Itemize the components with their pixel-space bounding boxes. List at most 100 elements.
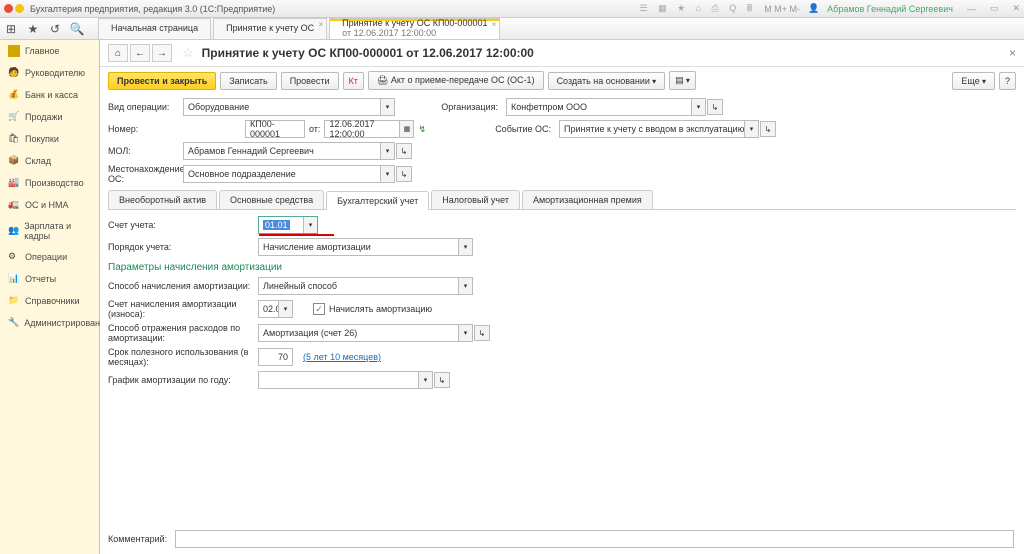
min-dot-icon[interactable] (15, 4, 24, 13)
amort-checkbox-label: Начислять амортизацию (329, 304, 432, 314)
close-icon[interactable]: × (318, 21, 323, 30)
navigation-sidebar: Главное 🧑Руководителю 💰Банк и касса 🛒Про… (0, 40, 100, 554)
history-icon[interactable]: ↺ (44, 19, 66, 39)
favorite-icon[interactable]: ★ (22, 19, 44, 39)
tab-bonus[interactable]: Амортизационная премия (522, 190, 653, 209)
acct-label: Счет учета: (108, 220, 258, 230)
sidebar-item-production[interactable]: 🏭Производство (0, 172, 99, 194)
forward-button[interactable]: → (152, 44, 172, 62)
star-icon[interactable]: ☆ (182, 45, 194, 61)
window-close-icon[interactable]: ✕ (1012, 3, 1020, 14)
page-close-icon[interactable]: × (1009, 46, 1016, 60)
create-based-button[interactable]: Создать на основании (548, 72, 666, 90)
dt-kt-button[interactable]: Кт (343, 72, 364, 90)
acct2-label: Счет начисления амортизации (износа): (108, 299, 258, 319)
sidebar-item-operations[interactable]: ⚙Операции (0, 246, 99, 268)
event-label: Событие ОС: (484, 124, 559, 134)
sidebar-item-admin[interactable]: 🔧Администрирование (0, 312, 99, 334)
posted-icon: ↯ (418, 124, 426, 135)
calendar-icon[interactable]: ▦ (399, 121, 413, 137)
term-field[interactable]: 70 (258, 348, 293, 366)
open-ref-icon[interactable]: ↳ (396, 143, 412, 159)
method-label: Способ начисления амортизации: (108, 281, 258, 291)
tab-document[interactable]: Принятие к учету ОС КП00-000001 от 12.06… (329, 18, 500, 39)
home-button[interactable]: ⌂ (108, 44, 128, 62)
comment-row: Комментарий: (108, 530, 1014, 548)
window-min-icon[interactable]: — (967, 4, 976, 14)
sidebar-item-bank[interactable]: 💰Банк и касса (0, 84, 99, 106)
main-toolbar: ⊞ ★ ↺ 🔍 Начальная страница Принятие к уч… (0, 18, 1024, 40)
date-label: от: (309, 124, 320, 134)
refl-label: Способ отражения расходов по амортизации… (108, 323, 258, 343)
window-max-icon[interactable]: ▭ (990, 3, 999, 14)
highlight-marker (259, 234, 334, 236)
date-field[interactable]: 12.06.2017 12:00:00▦ (324, 120, 414, 138)
save-button[interactable]: Записать (220, 72, 276, 90)
params-heading: Параметры начисления амортизации (108, 262, 1016, 273)
close-icon[interactable]: × (492, 21, 497, 30)
open-ref-icon[interactable]: ↳ (707, 99, 723, 115)
structure-button[interactable]: ▤ (669, 71, 696, 90)
sidebar-item-stock[interactable]: 📦Склад (0, 150, 99, 172)
org-field[interactable]: Конфетпром ООО▾↳ (506, 98, 706, 116)
user-name[interactable]: Абрамов Геннадий Сергеевич (827, 4, 953, 14)
post-and-close-button[interactable]: Провести и закрыть (108, 72, 216, 90)
open-ref-icon[interactable]: ↳ (760, 121, 776, 137)
event-field[interactable]: Принятие к учету с вводом в эксплуатацию… (559, 120, 759, 138)
toolbar-icons[interactable]: ☰ ▦ ★ ⌂ ⎙ Q 🖩 (640, 1, 757, 17)
content-area: ⌂ ← → ☆ Принятие к учету ОС КП00-000001 … (100, 40, 1024, 554)
sidebar-item-purchases[interactable]: 🛍Покупки (0, 128, 99, 150)
open-ref-icon[interactable]: ↳ (434, 372, 450, 388)
loc-label: Местонахождение ОС: (108, 164, 183, 184)
tab-list[interactable]: Принятие к учету ОС× (213, 18, 327, 39)
tab-bar: Начальная страница Принятие к учету ОС× … (98, 18, 502, 39)
sidebar-item-main[interactable]: Главное (0, 40, 99, 62)
term-label: Срок полезного использования (в месяцах)… (108, 347, 258, 367)
order-label: Порядок учета: (108, 242, 258, 252)
search-icon[interactable]: 🔍 (66, 19, 88, 39)
sched-label: График амортизации по году: (108, 375, 258, 385)
tab-asset[interactable]: Внеоборотный актив (108, 190, 217, 209)
sidebar-item-reports[interactable]: 📊Отчеты (0, 268, 99, 290)
acct2-field[interactable]: 02.01▾ (258, 300, 293, 318)
open-ref-icon[interactable]: ↳ (474, 325, 490, 341)
tab-accounting[interactable]: Бухгалтерский учет (326, 191, 429, 210)
window-titlebar: Бухгалтерия предприятия, редакция 3.0 (1… (0, 0, 1024, 18)
term-hint-link[interactable]: (5 лет 10 месяцев) (303, 352, 381, 362)
number-label: Номер: (108, 124, 183, 134)
loc-field[interactable]: Основное подразделение▾↳ (183, 165, 395, 183)
sched-field[interactable]: ▾↳ (258, 371, 433, 389)
tab-tax[interactable]: Налоговый учет (431, 190, 520, 209)
sidebar-item-refs[interactable]: 📁Справочники (0, 290, 99, 312)
amort-checkbox[interactable]: ✓ (313, 303, 325, 315)
org-label: Организация: (431, 102, 506, 112)
close-dot-icon[interactable] (4, 4, 13, 13)
help-button[interactable]: ? (999, 72, 1016, 90)
detail-tabs: Внеоборотный актив Основные средства Бух… (108, 190, 1016, 210)
page-title: Принятие к учету ОС КП00-000001 от 12.06… (202, 46, 534, 60)
apps-icon[interactable]: ⊞ (0, 19, 22, 39)
mol-field[interactable]: Абрамов Геннадий Сергеевич▾↳ (183, 142, 395, 160)
print-button[interactable]: 🖨 Акт о приеме-передаче ОС (ОС-1) (368, 71, 544, 90)
open-ref-icon[interactable]: ↳ (396, 166, 412, 182)
back-button[interactable]: ← (130, 44, 150, 62)
sidebar-item-manager[interactable]: 🧑Руководителю (0, 62, 99, 84)
optype-label: Вид операции: (108, 102, 183, 112)
number-field[interactable]: КП00-000001 (245, 120, 305, 138)
comment-field[interactable] (175, 530, 1014, 548)
comment-label: Комментарий: (108, 534, 167, 544)
sidebar-item-hr[interactable]: 👥Зарплата и кадры (0, 216, 99, 246)
page-header: ⌂ ← → ☆ Принятие к учету ОС КП00-000001 … (100, 40, 1024, 67)
window-title: Бухгалтерия предприятия, редакция 3.0 (1… (30, 4, 275, 14)
order-field[interactable]: Начисление амортизации▾ (258, 238, 473, 256)
optype-field[interactable]: Оборудование▾ (183, 98, 395, 116)
sidebar-item-sales[interactable]: 🛒Продажи (0, 106, 99, 128)
method-field[interactable]: Линейный способ▾ (258, 277, 473, 295)
post-button[interactable]: Провести (281, 72, 339, 90)
refl-field[interactable]: Амортизация (счет 26)▾↳ (258, 324, 473, 342)
acct-field[interactable]: 01.01▾ (258, 216, 318, 234)
tab-start[interactable]: Начальная страница (98, 18, 211, 39)
sidebar-item-assets[interactable]: 🚛ОС и НМА (0, 194, 99, 216)
more-button[interactable]: Еще (952, 72, 995, 90)
tab-fixed-assets[interactable]: Основные средства (219, 190, 324, 209)
